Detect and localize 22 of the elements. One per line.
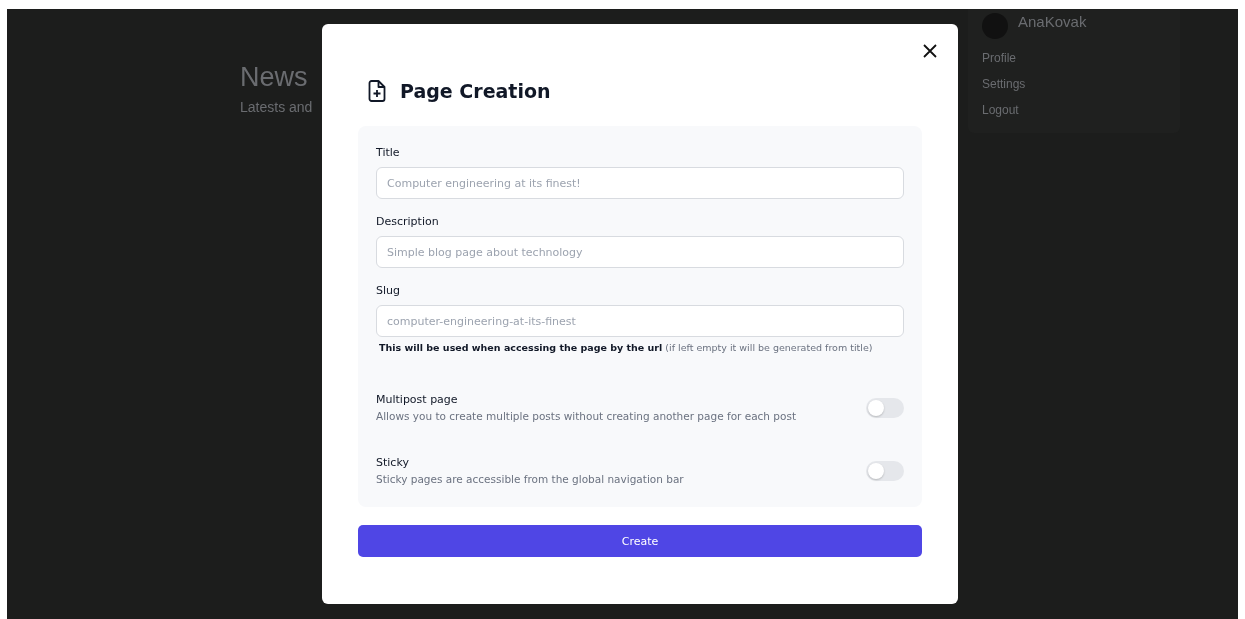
input-field[interactable]: Computer engineering at its finest!: [376, 167, 904, 199]
page-subtitle: Latests and: [240, 99, 313, 115]
toggle-switch[interactable]: [866, 397, 904, 418]
input-field[interactable]: computer-engineering-at-its-finest: [376, 305, 904, 337]
menu-item[interactable]: Profile: [982, 51, 1016, 65]
page-heading: News: [240, 62, 308, 93]
menu-item[interactable]: Logout: [982, 103, 1019, 117]
create-button[interactable]: Create: [358, 525, 922, 557]
field-hint: This will be used when accessing the page by the url (if left empty it will be generated from title): [379, 342, 874, 353]
toggle-description: Allows you to create multiple posts without creating another page for each post: [376, 410, 797, 422]
toggle-description: Sticky pages are accessible from the global navigation bar: [376, 473, 684, 485]
field-label: Description: [376, 215, 440, 228]
field-label: Title: [376, 146, 401, 159]
input-field[interactable]: Simple blog page about technology: [376, 236, 904, 268]
toggle-label: Sticky: [376, 456, 410, 469]
toggle-switch[interactable]: [866, 460, 904, 481]
field-label: Slug: [376, 284, 401, 297]
dialog-title: Page Creation: [400, 79, 551, 102]
toggle-label: Multipost page: [376, 393, 459, 406]
menu-item[interactable]: Settings: [982, 77, 1026, 91]
file-plus-icon: [368, 79, 386, 102]
username: AnaKovak: [1018, 13, 1087, 30]
